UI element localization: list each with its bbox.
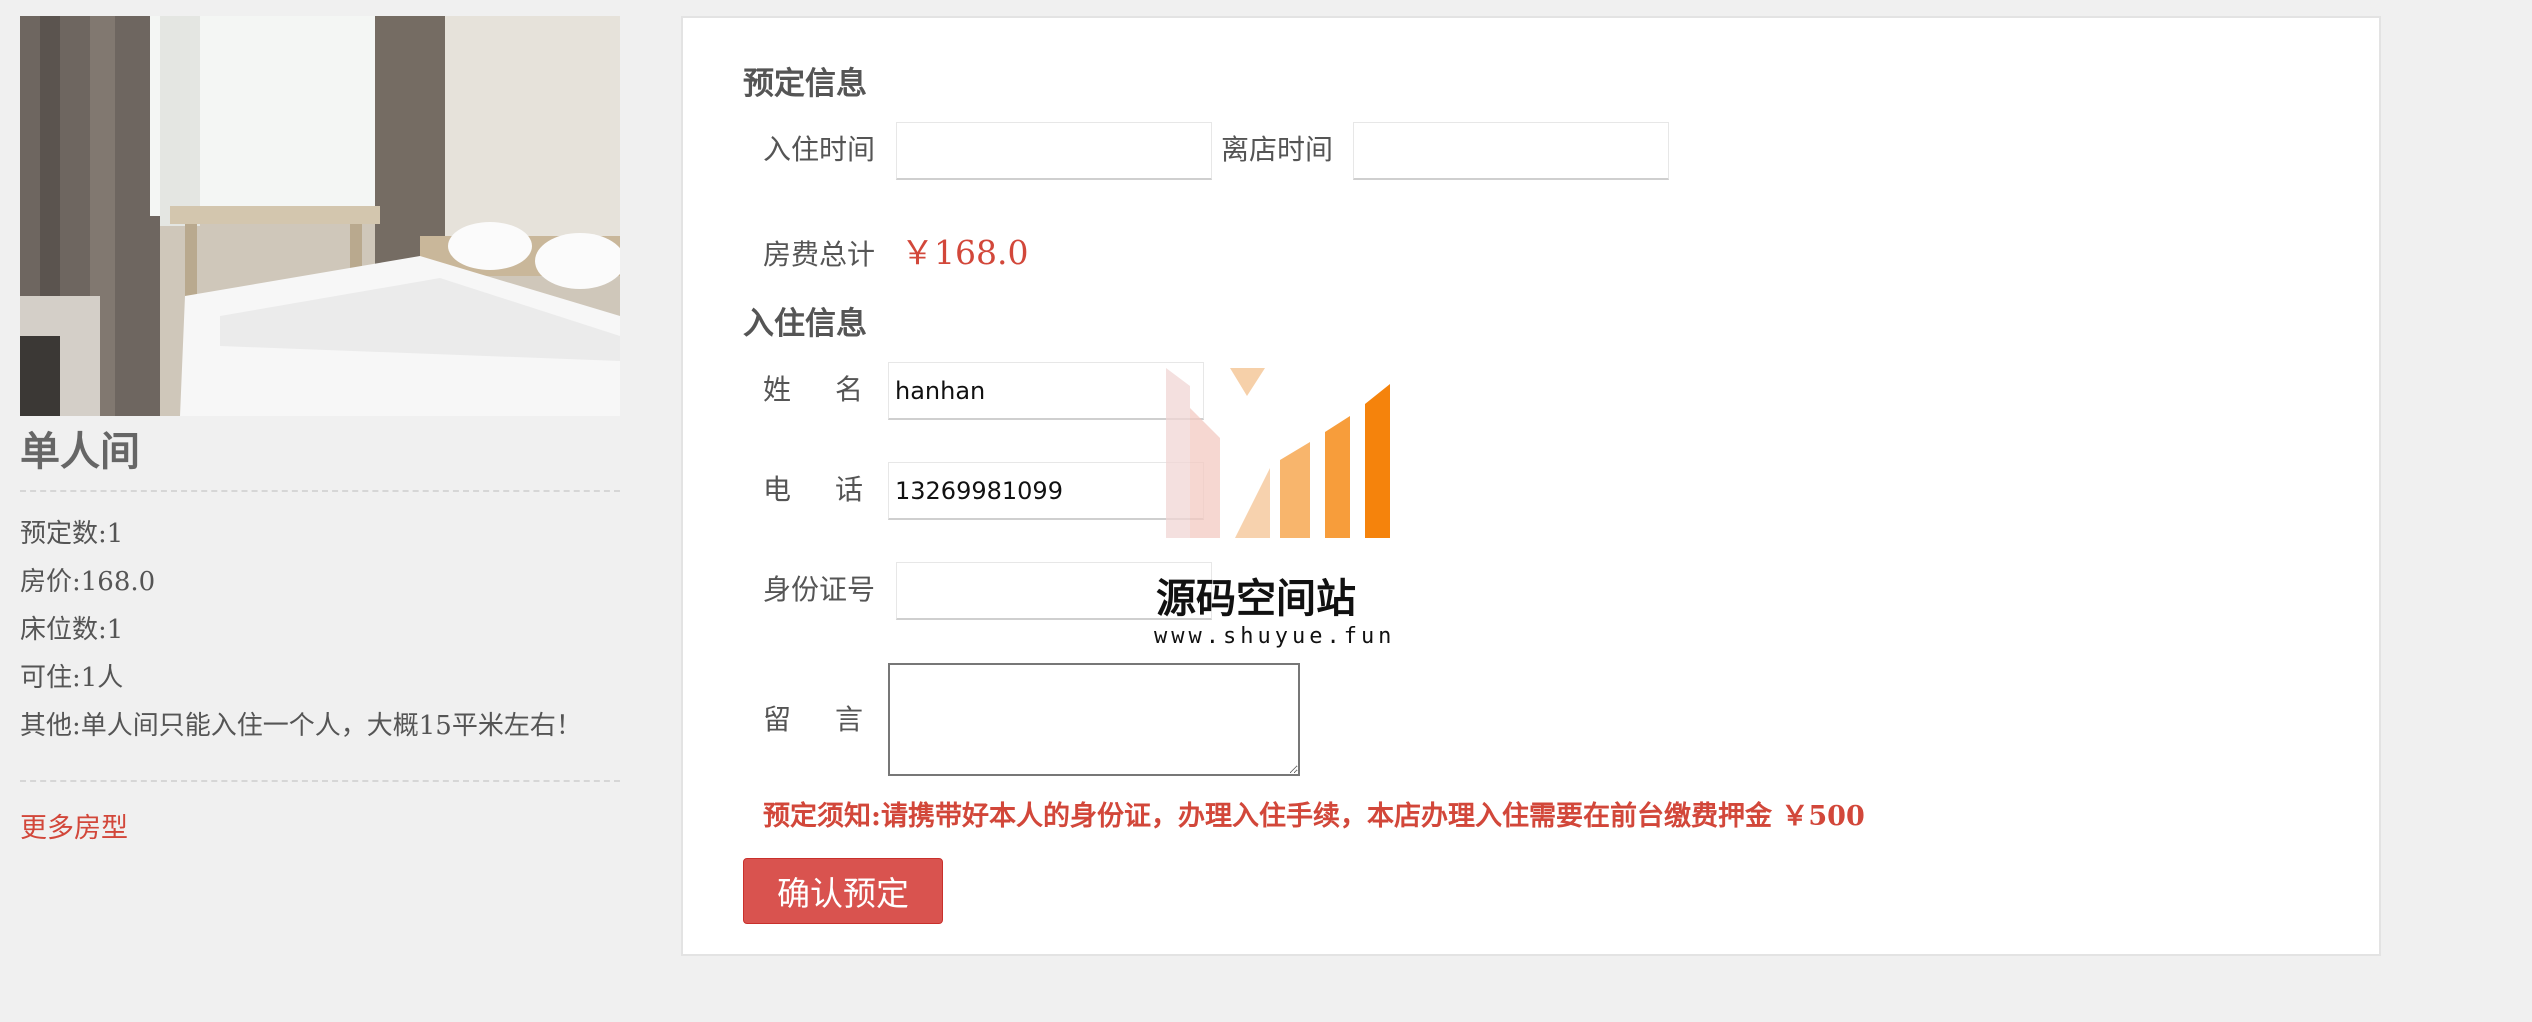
watermark-url: www.shuyue.fun xyxy=(1154,624,1396,649)
room-price: 房价:168.0 xyxy=(20,567,156,597)
room-photo xyxy=(20,16,620,416)
total-price: ￥168.0 xyxy=(901,233,1029,272)
checkout-date-input[interactable] xyxy=(1353,122,1669,180)
divider xyxy=(20,490,620,492)
room-booking-count: 预定数:1 xyxy=(20,519,124,549)
room-card: 单人间 预定数:1 房价:168.0 床位数:1 可住:1人 其他:单人间只能入… xyxy=(20,16,620,845)
booking-form-panel: 预定信息 入住时间 离店时间 房费总计 ￥168.0 入住信息 姓名 电话 身份… xyxy=(681,16,2381,956)
message-label: 留言 xyxy=(763,703,908,736)
phone-label: 电话 xyxy=(763,473,908,506)
room-other-info: 其他:单人间只能入住一个人，大概15平米左右！ xyxy=(20,711,582,741)
confirm-booking-button[interactable]: 确认预定 xyxy=(743,858,943,924)
booking-notice: 预定须知:请携带好本人的身份证，办理入住手续，本店办理入住需要在前台缴费押金 ￥… xyxy=(763,801,1865,832)
name-label: 姓名 xyxy=(763,373,908,406)
watermark-title: 源码空间站 xyxy=(1156,576,1356,622)
room-name: 单人间 xyxy=(20,429,140,475)
room-bed-count: 床位数:1 xyxy=(20,615,124,645)
message-textarea[interactable] xyxy=(888,663,1300,776)
id-number-label: 身份证号 xyxy=(763,573,876,606)
checkin-date-input[interactable] xyxy=(896,122,1212,180)
total-label: 房费总计 xyxy=(763,238,876,271)
more-room-types-link[interactable]: 更多房型 xyxy=(20,806,128,845)
guest-info-title: 入住信息 xyxy=(743,306,867,342)
checkin-label: 入住时间 xyxy=(763,133,876,166)
room-capacity: 可住:1人 xyxy=(20,663,124,693)
checkout-label: 离店时间 xyxy=(1221,133,1334,166)
booking-info-title: 预定信息 xyxy=(743,66,867,102)
divider xyxy=(20,780,620,782)
